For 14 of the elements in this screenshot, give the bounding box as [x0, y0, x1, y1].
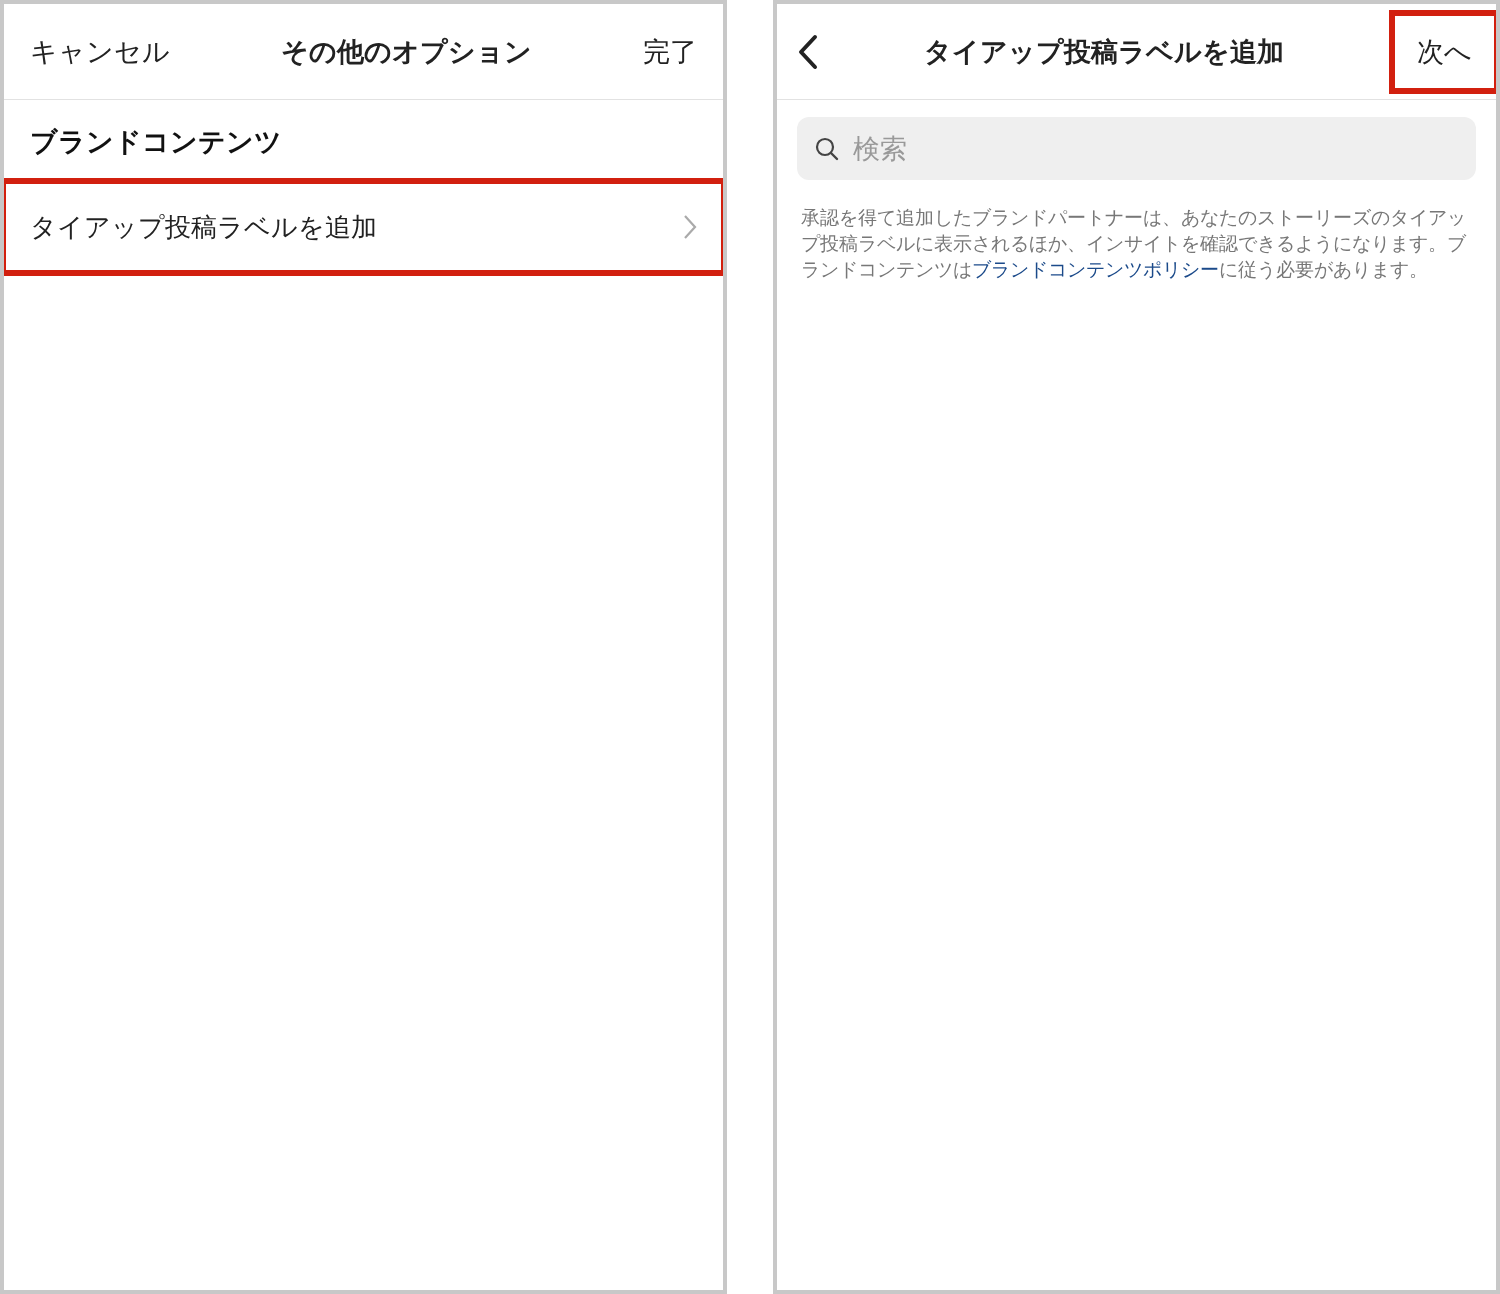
menu-row[interactable]: タイアップ投稿ラベルを追加	[4, 178, 723, 276]
search-icon	[815, 137, 839, 161]
search-field[interactable]: 検索	[797, 117, 1476, 180]
policy-link[interactable]: ブランドコンテンツポリシー	[972, 258, 1219, 280]
screen-title: その他のオプション	[281, 34, 532, 69]
description-text: 承認を得て追加したブランドパートナーは、あなたのストーリーズのタイアップ投稿ラベルに表示されるほか、インサイトを確認できるようになります。ブランドコンテンツはブランドコンテンツポリシーに従う必要があります。	[801, 205, 1467, 282]
screen-title: タイアップ投稿ラベルを追加	[924, 34, 1284, 69]
chevron-right-icon	[683, 214, 697, 240]
done-button[interactable]: 完了	[643, 33, 697, 70]
next-button[interactable]: 次へ	[1389, 9, 1496, 94]
back-icon[interactable]	[797, 33, 819, 70]
section-title: ブランドコンテンツ	[29, 125, 283, 159]
cancel-button[interactable]: キャンセル	[30, 33, 170, 70]
row-label: タイアップ投稿ラベルを追加	[30, 210, 377, 244]
